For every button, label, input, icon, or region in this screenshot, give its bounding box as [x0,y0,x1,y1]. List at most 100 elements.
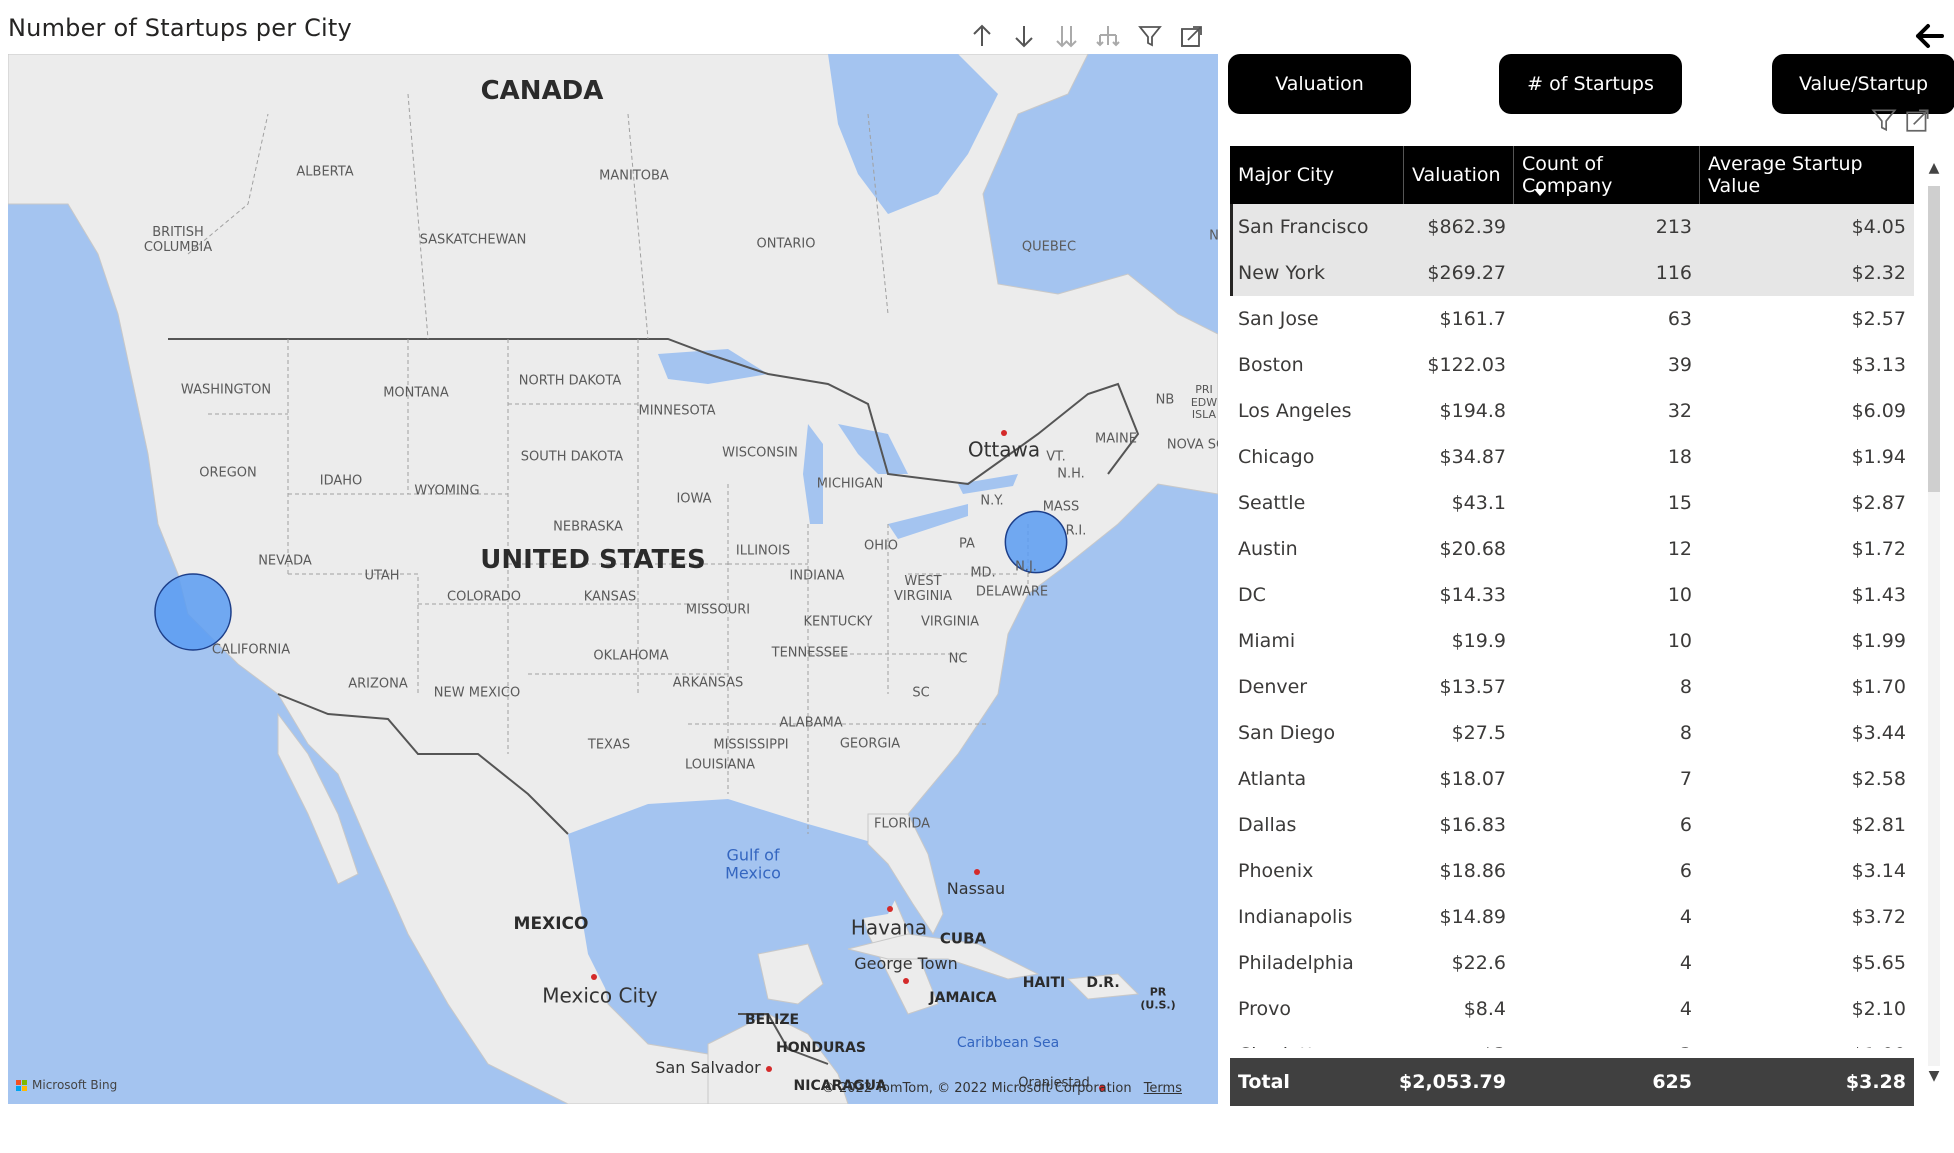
table-row[interactable]: Austin $20.68 12 $1.72 [1230,526,1914,572]
city-dot-ottawa [1001,430,1007,436]
table-row[interactable]: Indianapolis $14.89 4 $3.72 [1230,894,1914,940]
cell-count: 8 [1679,722,1692,744]
city-dot-havana [887,906,893,912]
table-row[interactable]: Charlotte$33$1.00 [1230,1032,1914,1048]
label-vt: VT. [1046,449,1066,465]
filter-icon[interactable] [1132,18,1168,54]
column-header-count-of-company[interactable]: Count of Company [1514,146,1700,204]
total-valuation: $2,053.79 [1399,1071,1506,1093]
arrow-up-icon[interactable] [964,18,1000,54]
table-row[interactable]: Los Angeles $194.8 32 $6.09 [1230,388,1914,434]
focus-mode-icon[interactable] [1904,106,1932,134]
cell-city: Seattle [1238,492,1306,514]
cell-count: 7 [1679,768,1692,790]
label-cuba: CUBA [939,929,987,948]
microsoft-logo-icon [16,1079,27,1091]
table-row[interactable]: San Francisco $862.39 213 $4.05 [1230,204,1914,250]
column-header-average-startup-value[interactable]: Average Startup Value [1700,146,1914,204]
cell-count: 3 [1514,1032,1700,1048]
label-oklahoma: OKLAHOMA [593,648,669,664]
double-arrow-down-icon[interactable] [1048,18,1084,54]
table-row[interactable]: Provo $8.4 4 $2.10 [1230,986,1914,1032]
cell-city: Austin [1238,538,1298,560]
cell-avg: $1.94 [1851,446,1906,468]
expand-hierarchy-icon[interactable] [1090,18,1126,54]
cell-avg: $2.10 [1851,998,1906,1020]
label-michigan: MICHIGAN [816,476,884,492]
cell-city: DC [1238,584,1266,606]
filter-icon[interactable] [1870,106,1898,134]
bubble-san-francisco[interactable] [154,573,232,651]
cell-avg: $3.44 [1851,722,1906,744]
city-table: Major City Valuation Count of Company Av… [1230,146,1914,1106]
scroll-down-icon[interactable]: ▼ [1926,1068,1942,1084]
label-arkansas: ARKANSAS [672,675,744,691]
cell-count: 116 [1655,262,1692,284]
label-pa: PA [959,536,975,552]
label-haiti: HAITI [1022,974,1066,991]
cell-city: Chicago [1238,446,1315,468]
table-row[interactable]: Chicago $34.87 18 $1.94 [1230,434,1914,480]
cell-city: Dallas [1238,814,1297,836]
label-united-states: UNITED STATES [480,545,706,576]
label-nassau: Nassau [946,878,1006,898]
scroll-thumb[interactable] [1928,186,1940,492]
table-row[interactable]: Phoenix $18.86 6 $3.14 [1230,848,1914,894]
label-tennessee: TENNESSEE [771,645,849,661]
table-row[interactable]: Dallas $16.83 6 $2.81 [1230,802,1914,848]
column-header-valuation[interactable]: Valuation [1404,146,1514,204]
label-florida: FLORIDA [873,816,931,832]
label-virginia: VIRGINIA [920,614,980,630]
table-row[interactable]: New York $269.27 116 $2.32 [1230,250,1914,296]
table-row[interactable]: DC $14.33 10 $1.43 [1230,572,1914,618]
cell-avg: $3.13 [1851,354,1906,376]
cell-avg: $1.00 [1700,1032,1914,1048]
label-honduras: HONDURAS [775,1039,867,1056]
label-montana: MONTANA [383,385,449,401]
map-title: Number of Startups per City [8,14,352,42]
table-row[interactable]: Miami $19.9 10 $1.99 [1230,618,1914,664]
label-ottawa: Ottawa [967,437,1041,462]
label-mexico: MEXICO [513,914,589,935]
table-row[interactable]: San Diego $27.5 8 $3.44 [1230,710,1914,756]
cell-valuation: $194.8 [1439,400,1506,422]
cell-count: 32 [1667,400,1692,422]
label-georgia: GEORGIA [839,736,901,752]
cell-valuation: $18.86 [1439,860,1506,882]
cell-count: 10 [1667,584,1692,606]
label-saskatchewan: SASKATCHEWAN [419,232,527,248]
focus-mode-icon[interactable] [1174,18,1210,54]
label-nh: N.H. [1057,466,1085,482]
cell-city: San Francisco [1238,216,1369,238]
city-dot-mexico-city [591,974,597,980]
label-mexico-city: Mexico City [542,983,658,1008]
label-delaware: DELAWARE [975,584,1049,600]
back-arrow-icon[interactable] [1912,18,1948,54]
cell-city: Phoenix [1238,860,1314,882]
column-header-major-city[interactable]: Major City [1230,146,1404,204]
label-ohio: OHIO [863,538,899,554]
startups-count-button[interactable]: # of Startups [1499,54,1682,114]
table-row[interactable]: Philadelphia $22.6 4 $5.65 [1230,940,1914,986]
cell-valuation: $14.89 [1439,906,1506,928]
table-scrollbar[interactable]: ▲ ▼ [1918,146,1946,1086]
table-row[interactable]: Boston $122.03 39 $3.13 [1230,342,1914,388]
table-row[interactable]: San Jose $161.7 63 $2.57 [1230,296,1914,342]
scroll-up-icon[interactable]: ▲ [1926,160,1942,176]
table-row[interactable]: Atlanta $18.07 7 $2.58 [1230,756,1914,802]
valuation-button[interactable]: Valuation [1228,54,1411,114]
cell-valuation: $43.1 [1451,492,1506,514]
value-per-startup-button[interactable]: Value/Startup [1772,54,1954,114]
terms-link[interactable]: Terms [1144,1081,1182,1096]
label-canada: CANADA [480,76,604,107]
label-george-town: George Town [854,953,958,973]
arrow-down-icon[interactable] [1006,18,1042,54]
table-row[interactable]: Seattle $43.1 15 $2.87 [1230,480,1914,526]
cell-count: 15 [1667,492,1692,514]
cell-avg: $3.72 [1851,906,1906,928]
cell-count: 12 [1667,538,1692,560]
cell-count: 4 [1679,952,1692,974]
table-row[interactable]: Denver $13.57 8 $1.70 [1230,664,1914,710]
map-canvas[interactable]: CANADA UNITED STATES MEXICO ALBERTA MANI… [8,54,1218,1104]
table-body: San Francisco $862.39 213 $4.05 New York $269… [1230,204,1914,1048]
